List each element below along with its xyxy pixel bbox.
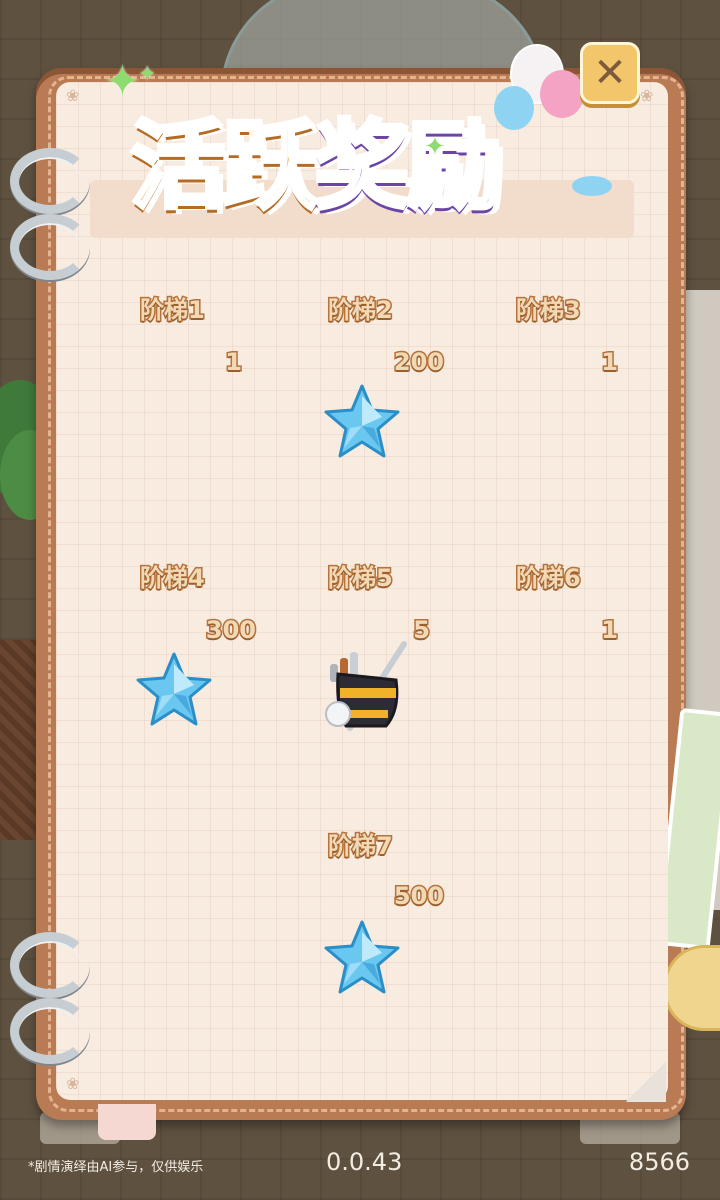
blue-star-icon: [324, 920, 400, 994]
tier-label: 阶梯5: [327, 563, 395, 594]
sparkle-icon: ✦: [424, 132, 446, 162]
blue-star-icon: [324, 384, 400, 458]
binder-ring: [10, 148, 90, 214]
close-button[interactable]: ✕: [580, 42, 640, 104]
binder-ring: [10, 998, 90, 1064]
blue-star-icon: [136, 652, 212, 726]
title-part-reward: 奖励: [312, 108, 504, 224]
tier-label: 阶梯3: [515, 295, 583, 326]
balloon: [540, 70, 584, 118]
ai-disclaimer: *剧情演绎由AI参与，仅供娱乐: [28, 1160, 204, 1175]
tier-label: 阶梯1: [139, 295, 207, 326]
background-carpet: [0, 640, 40, 840]
reward-count: 1: [600, 615, 620, 646]
reward-count: 300: [204, 615, 257, 646]
page-curl: [626, 1062, 666, 1102]
reward-count: 1: [224, 347, 244, 378]
score-counter: 8566: [628, 1148, 690, 1176]
close-icon: ✕: [593, 50, 627, 96]
paw-print-icon: ❀: [66, 1074, 80, 1093]
reward-count: 500: [392, 881, 445, 912]
tier-label: 阶梯2: [327, 295, 395, 326]
balloon: [494, 86, 534, 130]
title-part-active: 活跃: [128, 108, 320, 224]
golf-bag-icon: [325, 641, 407, 731]
binder-ring: [10, 214, 90, 280]
bookmark-tab: [98, 1104, 156, 1140]
tier-label: 阶梯6: [515, 563, 583, 594]
balloon: [572, 176, 612, 196]
version-label: 0.0.43: [326, 1148, 403, 1176]
reward-count: 200: [392, 347, 445, 378]
tier-label: 阶梯4: [139, 563, 207, 594]
paw-print-icon: ❀: [640, 86, 654, 105]
tier-label: 阶梯7: [327, 831, 395, 862]
sparkle-icon: ✦: [138, 62, 157, 87]
reward-count: 1: [600, 347, 620, 378]
sparkle-icon: ✦: [104, 56, 141, 107]
binder-ring: [10, 932, 90, 998]
paw-print-icon: ❀: [66, 86, 80, 105]
